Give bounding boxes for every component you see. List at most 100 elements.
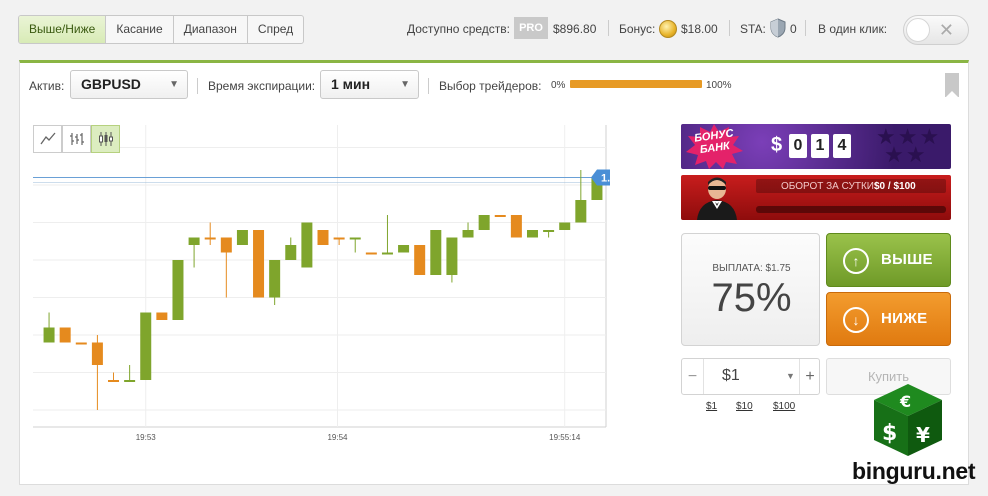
candle-body <box>204 237 216 240</box>
candle-body <box>559 222 571 230</box>
minus-button[interactable]: − <box>682 359 704 394</box>
x-tick-label: 19:53 <box>136 433 157 442</box>
x-tick-label: 19:55:14 <box>549 433 581 442</box>
candle-body <box>156 312 168 320</box>
turnover-value: $0 / $100 <box>874 181 916 192</box>
turnover-banner[interactable]: ОБОРОТ ЗА СУТКИ: $0 / $100 <box>681 175 951 220</box>
pro-badge: PRO <box>514 17 548 39</box>
candle-body <box>526 230 538 238</box>
turnover-progress <box>756 206 946 213</box>
candle-body <box>478 215 490 230</box>
sta-label: STA: <box>740 22 766 36</box>
candle-body <box>188 237 200 245</box>
candle-chart-button[interactable] <box>91 125 120 153</box>
candle-body <box>91 342 103 365</box>
candle-body <box>220 237 232 253</box>
candle-body <box>75 342 87 345</box>
option-type-tabs: Выше/Ниже Касание Диапазон Спред <box>18 15 305 44</box>
candle-body <box>575 200 587 223</box>
candle-body <box>301 222 313 268</box>
candle-body <box>253 230 265 298</box>
stars-icon: ★★★ ★★ <box>876 124 942 167</box>
quick-amount-10[interactable]: $10 <box>736 401 753 412</box>
line-chart-icon <box>39 132 55 145</box>
higher-label: ВЫШЕ <box>881 251 933 268</box>
bank-digit: 4 <box>833 134 851 158</box>
candle-body <box>317 230 329 245</box>
asset-value: GBPUSD <box>81 76 141 92</box>
bank-digit: 1 <box>811 134 829 158</box>
candlestick-icon <box>98 132 113 146</box>
candle-body <box>381 252 393 255</box>
candle-body <box>172 260 184 320</box>
candle-body <box>349 237 361 240</box>
asset-select[interactable]: GBPUSD ▼ <box>70 70 188 99</box>
toggle-knob <box>906 18 930 42</box>
divider <box>197 78 198 94</box>
svg-text:$: $ <box>882 421 897 446</box>
candle-body <box>398 245 410 253</box>
caret-down-icon[interactable]: ▼ <box>786 371 795 381</box>
ohlc-icon <box>69 133 84 145</box>
arrow-up-icon: ↑ <box>843 248 869 274</box>
divider <box>608 20 609 36</box>
candle-body <box>333 237 345 240</box>
arrow-down-icon: ↓ <box>843 307 869 333</box>
candle-body <box>236 230 248 245</box>
x-tick-label: 19:54 <box>327 433 348 442</box>
watermark-text: binguru.net <box>852 458 976 484</box>
dice-logo-icon: € $ ¥ <box>874 384 942 456</box>
candle-body <box>108 380 120 382</box>
candle-body <box>124 380 136 382</box>
funds-value: $896.80 <box>553 22 597 36</box>
candle-body <box>462 230 474 238</box>
traders-choice-bar <box>570 80 702 88</box>
payout-percent: 75% <box>711 276 792 320</box>
candle-body <box>446 237 458 275</box>
turnover-label: ОБОРОТ ЗА СУТКИ: <box>781 181 877 192</box>
candle-body <box>494 215 506 217</box>
candle-body <box>59 327 71 343</box>
amount-stepper: − $1 ▼ + <box>681 358 820 395</box>
tab-spread[interactable]: Спред <box>246 16 303 43</box>
plus-button[interactable]: + <box>799 359 820 394</box>
bank-currency: $ <box>771 134 783 156</box>
higher-button[interactable]: ↑ ВЫШЕ <box>826 233 951 287</box>
traders-min: 0% <box>551 80 566 91</box>
bonus-value: $18.00 <box>681 22 718 36</box>
candle-body <box>365 252 377 255</box>
divider <box>428 78 429 94</box>
bank-digit: 0 <box>789 134 807 158</box>
lower-button[interactable]: ↓ НИЖЕ <box>826 292 951 346</box>
divider <box>729 20 730 36</box>
avatar-icon <box>697 177 737 220</box>
candle-body <box>510 215 522 238</box>
close-icon: ✕ <box>938 20 954 40</box>
tab-touch[interactable]: Касание <box>105 16 172 43</box>
expiry-select[interactable]: 1 мин ▼ <box>320 70 419 99</box>
caret-down-icon: ▼ <box>400 79 410 90</box>
payout-box: ВЫПЛАТА: $1.75 75% <box>681 233 820 346</box>
candle-body <box>430 230 442 275</box>
amount-input[interactable]: $1 <box>722 367 740 385</box>
expiry-label: Время экспирации: <box>208 79 316 93</box>
quick-amount-1[interactable]: $1 <box>706 401 717 412</box>
funds-label: Доступно средств: <box>407 22 510 36</box>
coin-icon <box>659 20 677 38</box>
bookmark-icon[interactable] <box>945 73 959 98</box>
one-click-toggle[interactable]: ✕ <box>903 15 969 45</box>
divider <box>805 20 806 36</box>
sta-value: 0 <box>790 22 797 36</box>
line-chart-button[interactable] <box>33 125 62 153</box>
svg-text:€: € <box>899 392 911 411</box>
bar-chart-button[interactable] <box>62 125 91 153</box>
tab-higher-lower[interactable]: Выше/Ниже <box>19 16 106 43</box>
caret-down-icon: ▼ <box>169 79 179 90</box>
asset-label: Актив: <box>29 79 65 93</box>
traders-label: Выбор трейдеров: <box>439 79 542 93</box>
bonus-bank-banner[interactable]: БОНУС БАНК $ 0 1 4 ★★★ ★★ <box>681 124 951 169</box>
expiry-value: 1 мин <box>331 76 371 92</box>
tab-range[interactable]: Диапазон <box>172 16 247 43</box>
quick-amount-100[interactable]: $100 <box>773 401 795 412</box>
candle-body <box>269 260 281 298</box>
